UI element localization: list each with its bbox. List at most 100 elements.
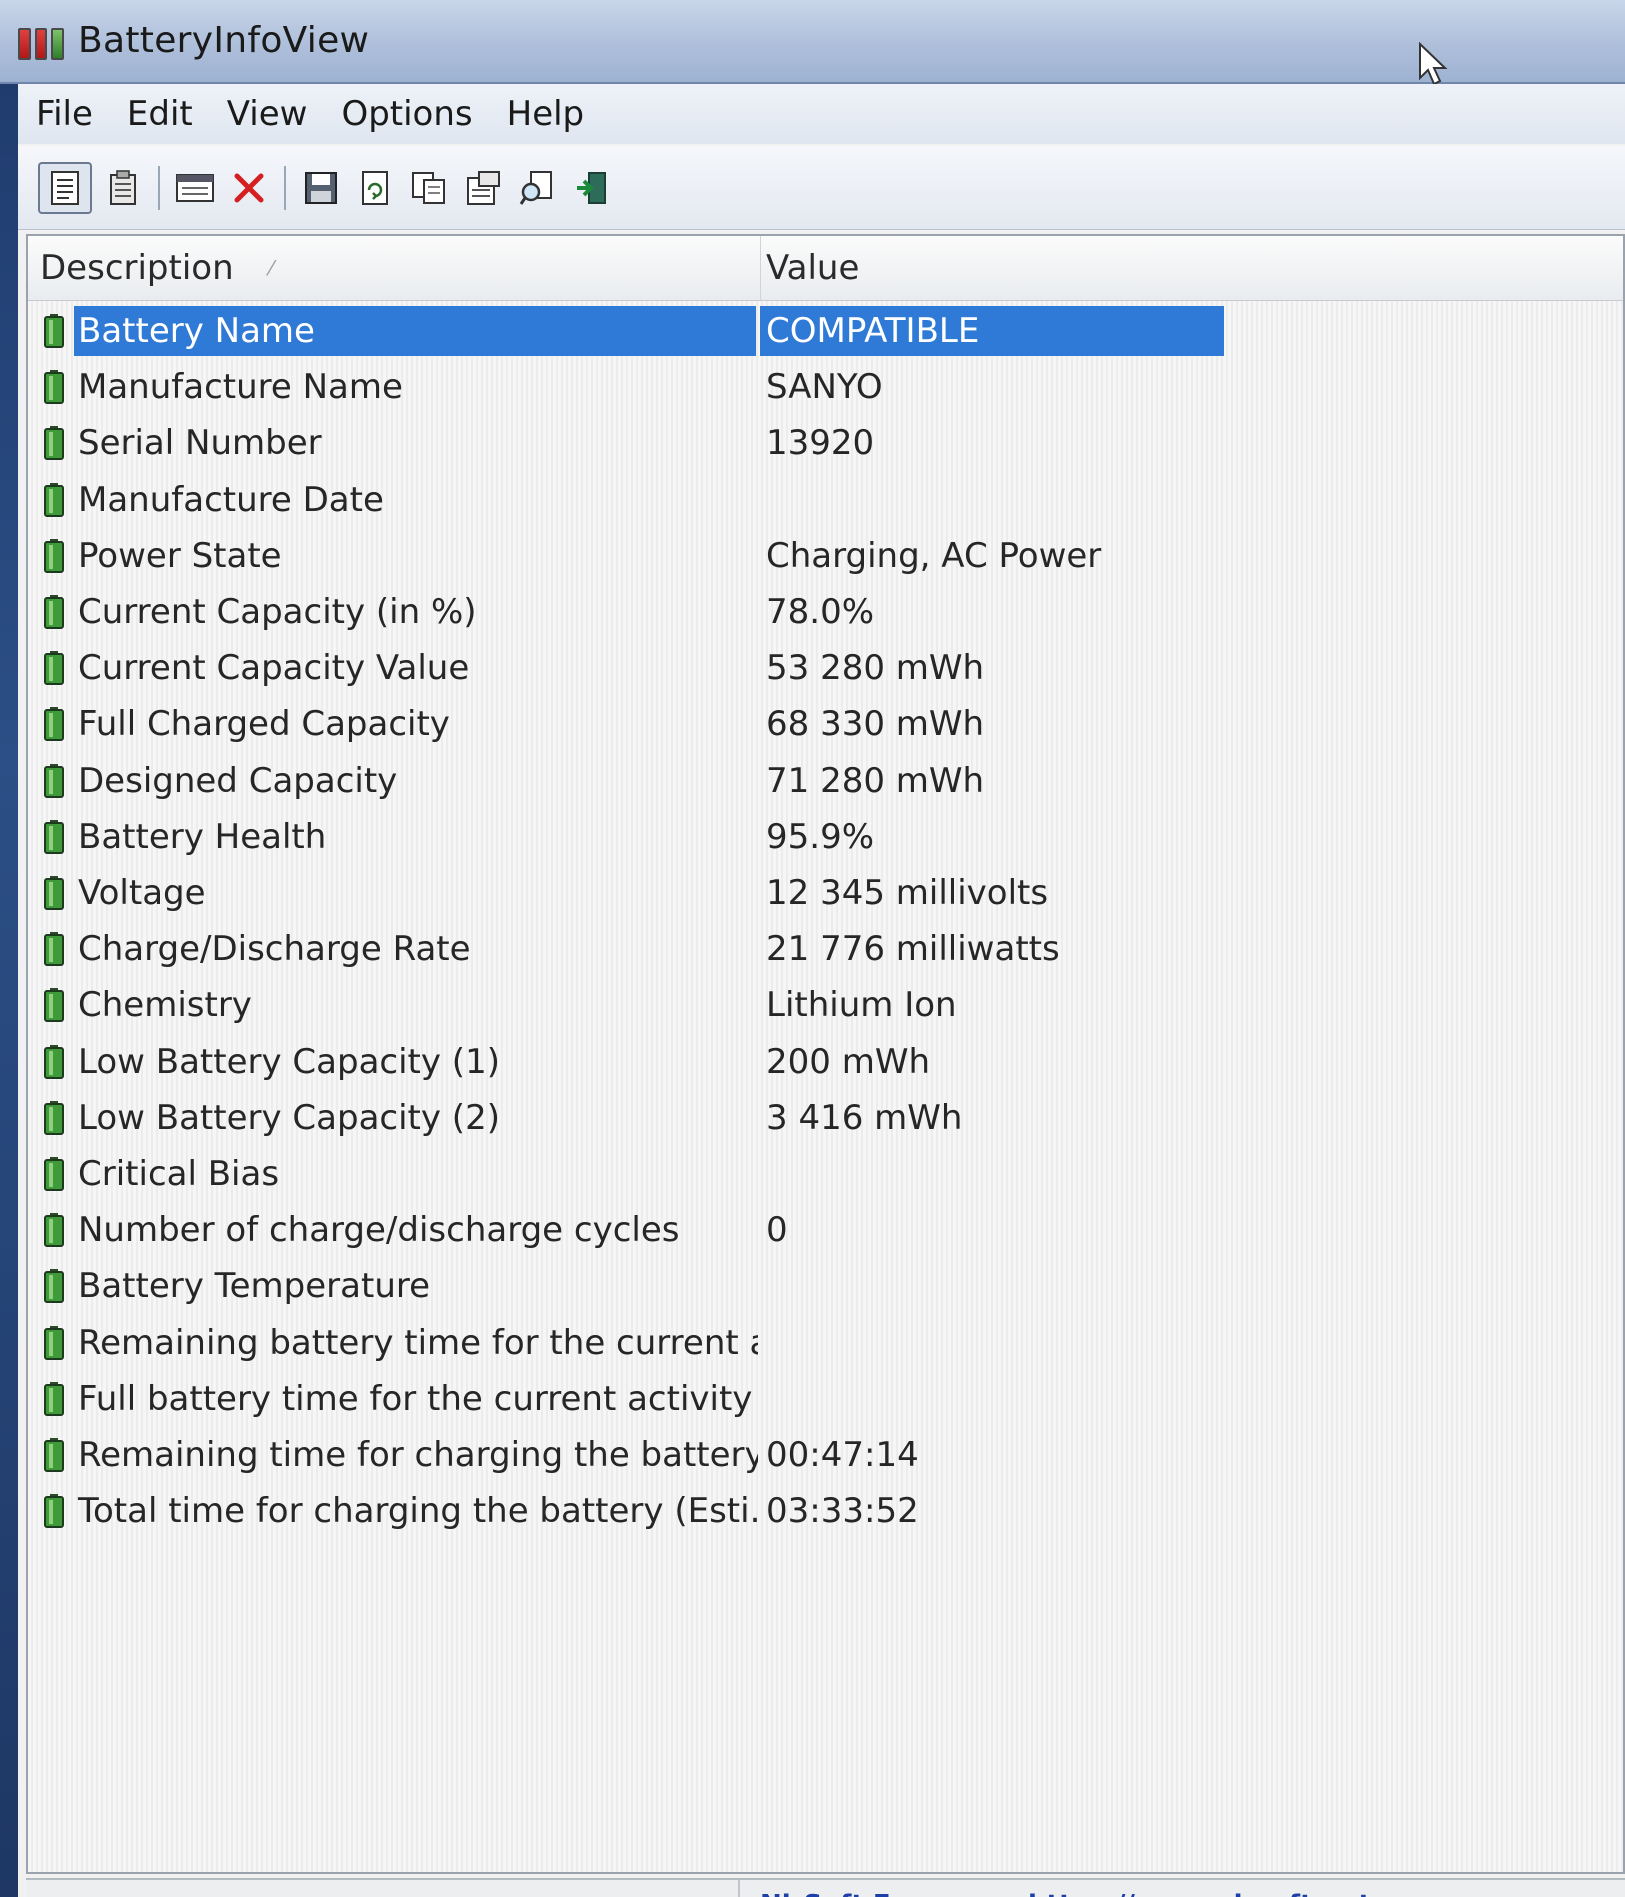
battery-icon	[44, 1494, 64, 1528]
menu-view[interactable]: View	[227, 90, 308, 138]
row-value: Charging, AC Power	[766, 536, 1102, 576]
report-icon	[110, 169, 136, 205]
table-row[interactable]: Charge/Discharge Rate 21 776 milliwatts	[28, 920, 1623, 976]
app-window: BatteryInfoView File Edit View Options H…	[0, 0, 1625, 1897]
row-value: COMPATIBLE	[760, 306, 1224, 356]
row-value	[760, 1149, 1226, 1199]
table-row[interactable]: Power State Charging, AC Power	[28, 527, 1623, 583]
table-row[interactable]: Designed Capacity 71 280 mWh	[28, 752, 1623, 808]
table-row[interactable]: Battery Temperature	[28, 1257, 1623, 1313]
menu-help[interactable]: Help	[507, 90, 585, 138]
table-row[interactable]: Remaining battery time for the current a…	[28, 1314, 1623, 1370]
table-row[interactable]: Low Battery Capacity (2) 3 416 mWh	[28, 1089, 1623, 1145]
table-row[interactable]: Battery Health 95.9%	[28, 808, 1623, 864]
battery-icon	[44, 1326, 64, 1360]
window-button[interactable]	[172, 162, 218, 214]
row-description: Remaining time for charging the battery.…	[78, 1435, 758, 1475]
find-icon	[519, 170, 552, 205]
battery-icon	[44, 483, 64, 517]
row-value: 3 416 mWh	[766, 1098, 963, 1138]
list-header: Description ⁄ Value	[28, 236, 1623, 301]
row-description: Current Capacity Value	[78, 648, 470, 688]
nirsoft-credit-link[interactable]: NirSoft Freeware. https://www.nirsoft.ne…	[740, 1880, 1625, 1897]
properties-icon	[51, 170, 79, 205]
battery-icon	[44, 988, 64, 1022]
table-row[interactable]: Critical Bias	[28, 1145, 1623, 1201]
battery-icon	[44, 1382, 64, 1416]
row-value: 21 776 milliwatts	[766, 929, 1060, 969]
battery-app-icon	[18, 28, 65, 60]
row-value: 78.0%	[766, 592, 875, 632]
row-description: Manufacture Name	[78, 367, 403, 407]
table-row[interactable]: Full battery time for the current activi…	[28, 1370, 1623, 1426]
table-row[interactable]: Manufacture Date	[28, 471, 1623, 527]
delete-icon	[234, 173, 264, 202]
battery-info-list[interactable]: Description ⁄ Value Battery Name COMPATIB…	[26, 234, 1625, 1874]
menu-edit[interactable]: Edit	[127, 90, 193, 138]
row-value	[760, 1261, 1226, 1311]
table-row[interactable]: Chemistry Lithium Ion	[28, 976, 1623, 1032]
row-value	[760, 1374, 1226, 1424]
menu-file[interactable]: File	[36, 90, 93, 138]
battery-icon	[44, 370, 64, 404]
table-row[interactable]: Manufacture Name SANYO	[28, 358, 1623, 414]
row-value: 68 330 mWh	[766, 704, 985, 744]
column-header-description[interactable]: Description ⁄	[40, 236, 761, 300]
row-description: Battery Temperature	[78, 1266, 431, 1306]
table-row[interactable]: Current Capacity Value 53 280 mWh	[28, 639, 1623, 695]
table-row[interactable]: Full Charged Capacity 68 330 mWh	[28, 695, 1623, 751]
row-value: 53 280 mWh	[766, 648, 985, 688]
table-row[interactable]: Voltage 12 345 millivolts	[28, 864, 1623, 920]
status-bar: 22 item(s), 1 Selected NirSoft Freeware.…	[26, 1878, 1625, 1897]
row-value: 71 280 mWh	[766, 761, 985, 801]
title-bar[interactable]: BatteryInfoView	[0, 0, 1625, 86]
row-description: Voltage	[78, 873, 206, 913]
battery-icon	[44, 932, 64, 966]
refresh-button[interactable]	[352, 162, 398, 214]
table-row[interactable]: Serial Number 13920	[28, 414, 1623, 470]
row-description: Battery Name	[74, 306, 756, 356]
row-description: Serial Number	[78, 423, 322, 463]
row-value: 00:47:14	[766, 1435, 919, 1475]
row-value	[760, 1318, 1226, 1368]
column-header-label: Description	[40, 248, 234, 288]
battery-icon	[44, 764, 64, 798]
table-row[interactable]: Battery Name COMPATIBLE	[28, 302, 1623, 358]
menu-bar: File Edit View Options Help	[18, 84, 1625, 144]
row-description: Chemistry	[78, 985, 252, 1025]
copy-button[interactable]	[406, 162, 452, 214]
properties-button[interactable]	[38, 161, 92, 214]
html-report-icon	[467, 170, 500, 205]
save-button[interactable]	[298, 162, 344, 214]
battery-icon	[44, 595, 64, 629]
table-row[interactable]: Number of charge/discharge cycles 0	[28, 1201, 1623, 1257]
row-description: Manufacture Date	[78, 480, 384, 520]
mouse-cursor-icon	[1419, 42, 1448, 86]
battery-icon	[44, 1438, 64, 1472]
battery-icon	[44, 1269, 64, 1303]
row-value: 13920	[766, 423, 875, 463]
column-header-label: Value	[766, 248, 860, 288]
menu-options[interactable]: Options	[341, 90, 472, 138]
battery-icon	[44, 1101, 64, 1135]
row-description: Full Charged Capacity	[78, 704, 450, 744]
html-report-button[interactable]	[460, 162, 506, 214]
column-header-value[interactable]: Value	[764, 236, 1625, 300]
client-area: File Edit View Options Help Description …	[18, 84, 1625, 1897]
battery-icon	[44, 1213, 64, 1247]
table-row[interactable]: Low Battery Capacity (1) 200 mWh	[28, 1033, 1623, 1089]
report-button[interactable]	[100, 162, 146, 214]
row-description: Low Battery Capacity (1)	[78, 1042, 500, 1082]
row-value: 200 mWh	[766, 1042, 930, 1082]
window-icon	[176, 173, 214, 202]
table-row[interactable]: Remaining time for charging the battery.…	[28, 1426, 1623, 1482]
status-item-count: 22 item(s), 1 Selected	[26, 1880, 740, 1897]
delete-button[interactable]	[226, 162, 272, 214]
table-row[interactable]: Current Capacity (in %) 78.0%	[28, 583, 1623, 639]
toolbar-separator	[158, 165, 160, 210]
row-value: 03:33:52	[766, 1491, 919, 1531]
table-row[interactable]: Total time for charging the battery (Est…	[28, 1482, 1623, 1538]
exit-button[interactable]	[568, 162, 614, 214]
find-button[interactable]	[514, 162, 560, 214]
row-description: Remaining battery time for the current a…	[78, 1323, 758, 1363]
